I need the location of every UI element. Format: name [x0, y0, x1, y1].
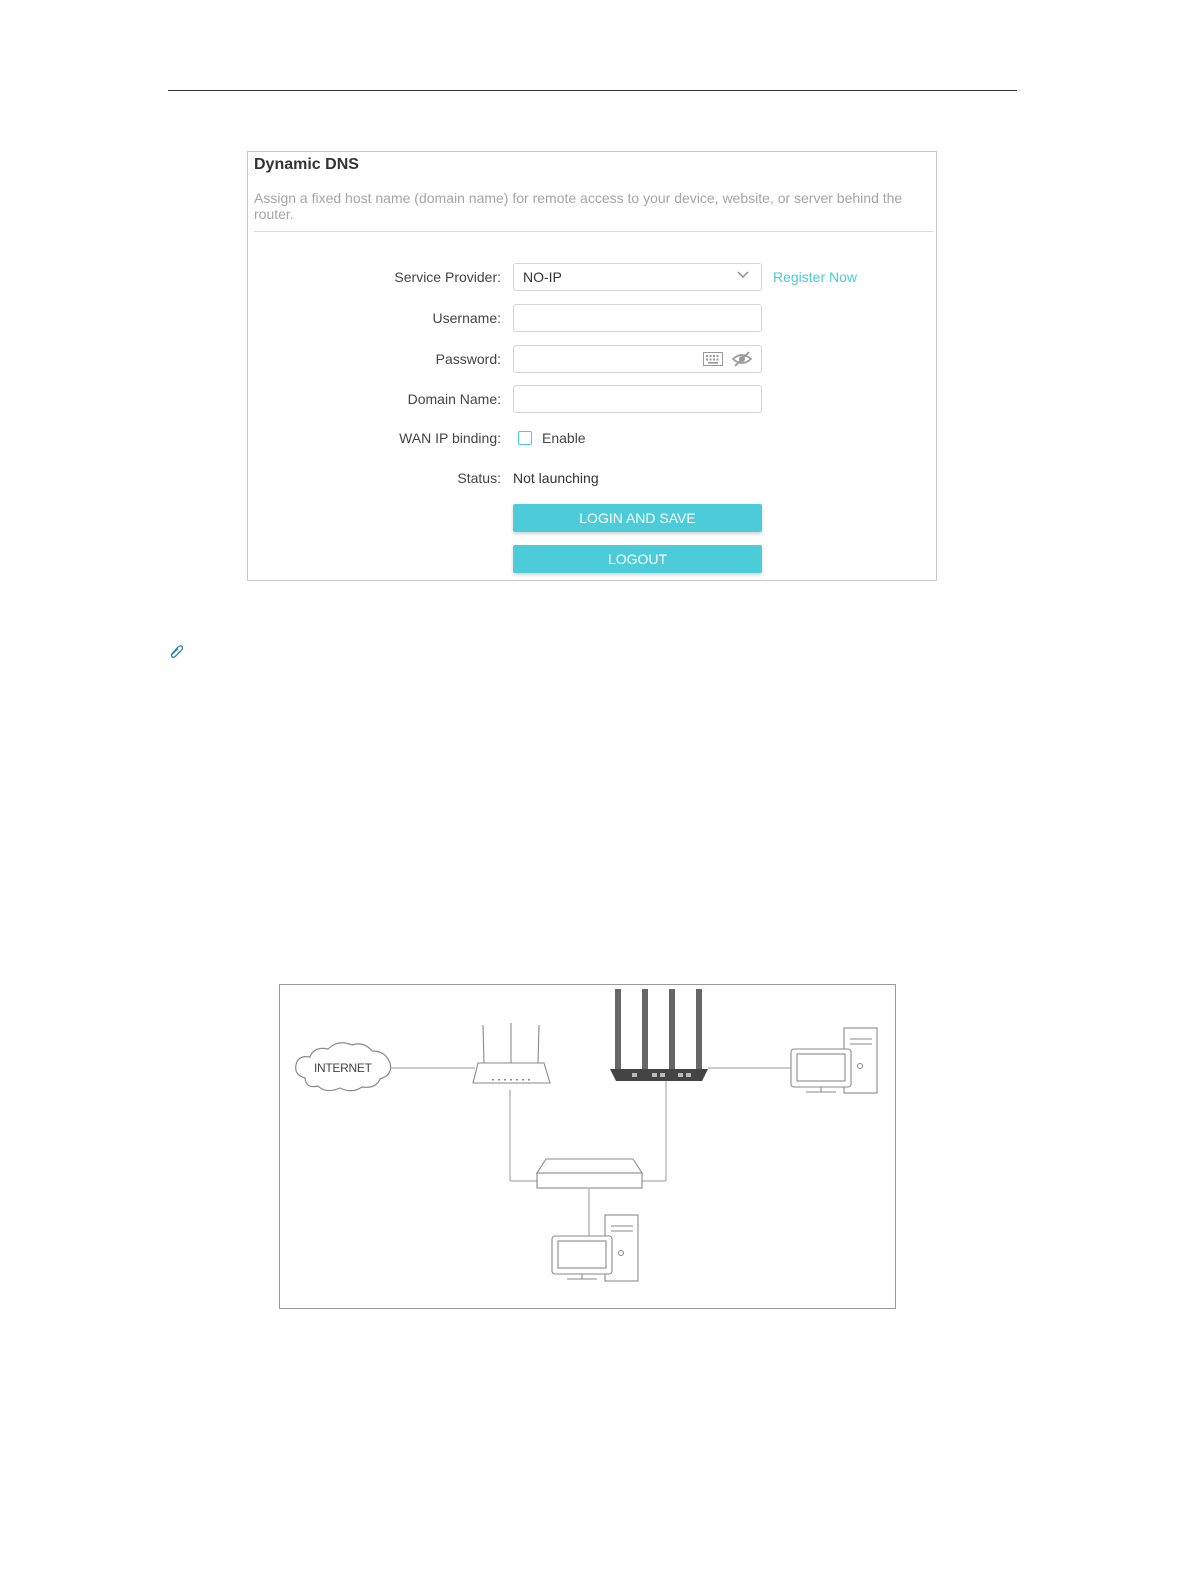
login-and-save-button[interactable]: LOGIN AND SAVE — [513, 504, 762, 532]
bottom-computer-icon — [551, 1214, 639, 1282]
status-value: Not launching — [513, 470, 599, 486]
internet-label: INTERNET — [314, 1061, 372, 1075]
wan-ip-binding-checkbox[interactable] — [518, 431, 532, 445]
service-provider-value: NO-IP — [523, 269, 562, 285]
password-label: Password: — [435, 351, 501, 367]
logout-button[interactable]: LOGOUT — [513, 545, 762, 573]
header-rule — [168, 90, 1017, 91]
enable-label: Enable — [542, 430, 586, 446]
chevron-down-icon — [737, 271, 749, 278]
main-router-icon — [610, 989, 708, 1081]
panel-divider — [254, 231, 934, 232]
service-provider-select[interactable]: NO-IP — [513, 263, 762, 291]
keyboard-icon[interactable] — [703, 352, 723, 366]
username-label: Username: — [432, 310, 501, 326]
panel-title: Dynamic DNS — [254, 156, 359, 173]
dynamic-dns-panel: Dynamic DNS Assign a fixed host name (do… — [247, 151, 937, 581]
network-topology-diagram: INTERNET — [279, 984, 896, 1309]
service-provider-label: Service Provider: — [394, 269, 501, 285]
username-input[interactable] — [513, 304, 762, 332]
topology-drawing — [295, 989, 878, 1282]
domain-name-label: Domain Name: — [407, 391, 501, 407]
panel-description: Assign a fixed host name (domain name) f… — [254, 190, 903, 222]
eye-slash-icon[interactable] — [731, 351, 753, 367]
front-router-icon — [472, 1023, 551, 1084]
switch-icon — [535, 1158, 644, 1189]
register-now-link[interactable]: Register Now — [773, 269, 857, 285]
status-label: Status: — [457, 470, 501, 486]
password-input[interactable] — [513, 345, 762, 373]
domain-name-input[interactable] — [513, 385, 762, 413]
wan-ip-binding-label: WAN IP binding: — [399, 430, 501, 446]
right-computer-icon — [790, 1027, 878, 1094]
paperclip-icon — [170, 645, 184, 658]
